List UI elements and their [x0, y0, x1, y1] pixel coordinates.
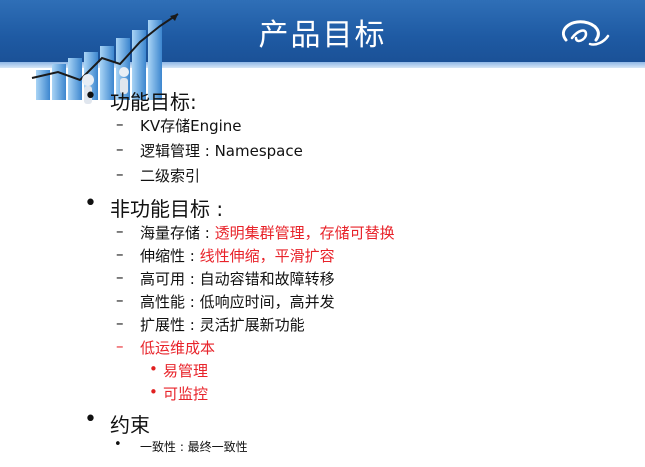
section-title: 功能目标:	[110, 90, 197, 114]
bullet-icon: •	[114, 437, 122, 452]
dash-icon: –	[116, 115, 124, 133]
list-item: – 逻辑管理 : Namespace	[116, 140, 303, 160]
dash-icon: –	[116, 245, 124, 263]
sub-list-item: • 易管理	[149, 360, 209, 380]
list-item: • 一致性 : 最终一致性	[114, 437, 248, 454]
list-item: – 高性能 : 低响应时间，高并发	[116, 291, 335, 311]
dash-icon: –	[116, 222, 124, 240]
section-nonfunctional-goals: • 非功能目标 :	[84, 191, 224, 222]
section-constraints: • 约束	[84, 407, 150, 438]
dash-icon: –	[116, 268, 124, 286]
bullet-icon: •	[149, 360, 158, 378]
list-item: – KV存储Engine	[116, 115, 242, 135]
dash-icon: –	[116, 337, 124, 355]
sub-list-item: • 可监控	[149, 383, 209, 403]
slide-title: 产品目标	[258, 18, 387, 53]
list-item: – 伸缩性 : 线性伸缩，平滑扩容	[116, 245, 335, 265]
dash-icon: –	[116, 291, 124, 309]
dash-icon: –	[116, 314, 124, 332]
list-item: – 二级索引	[116, 165, 201, 185]
section-title: 非功能目标 :	[110, 197, 224, 221]
bullet-icon: •	[149, 383, 158, 401]
bullet-icon: •	[84, 407, 97, 432]
list-item: – 高可用 : 自动容错和故障转移	[116, 268, 335, 288]
bullet-icon: •	[84, 84, 97, 109]
list-item-low-cost: – 低运维成本	[116, 337, 216, 357]
dash-icon: –	[116, 165, 124, 183]
list-item: – 海量存储 : 透明集群管理，存储可替换	[116, 222, 395, 242]
bullet-icon: •	[84, 191, 97, 216]
alibaba-logo-icon	[561, 20, 610, 46]
list-item: – 扩展性 : 灵活扩展新功能	[116, 314, 305, 334]
dash-icon: –	[116, 140, 124, 158]
section-title: 约束	[110, 413, 150, 437]
section-functional-goals: • 功能目标:	[84, 84, 197, 115]
